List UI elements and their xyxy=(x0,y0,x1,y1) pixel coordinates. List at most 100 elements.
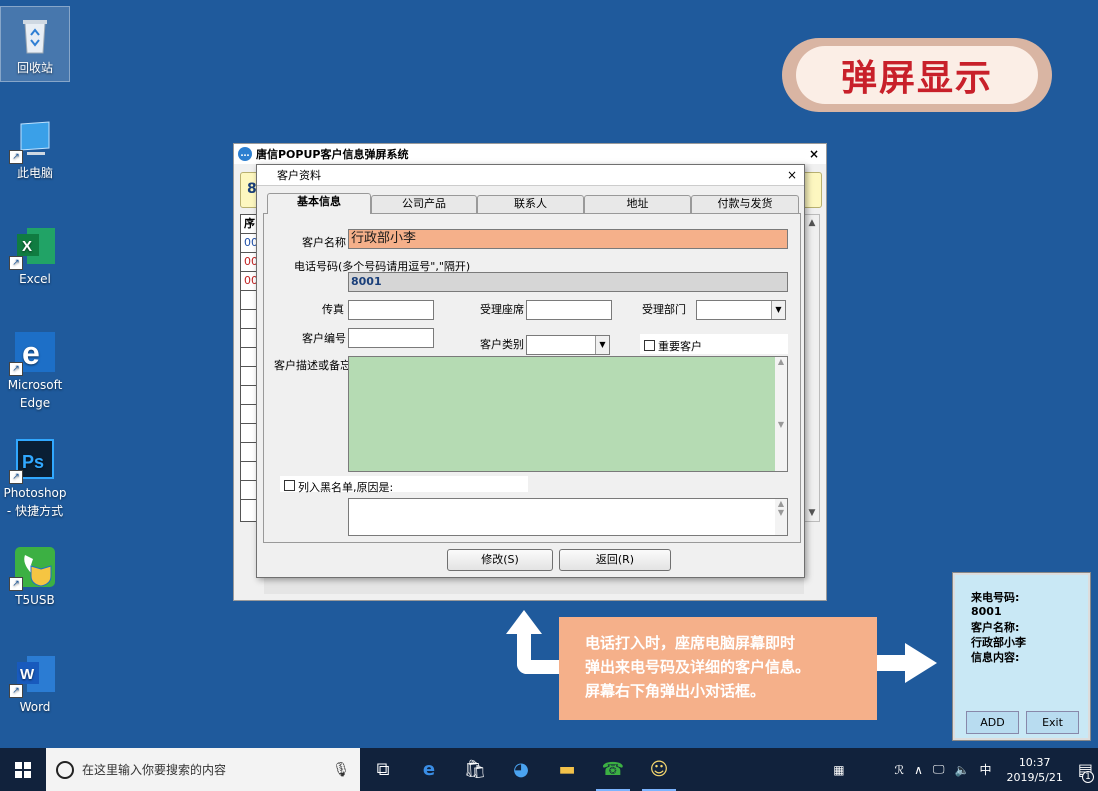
shortcut-arrow-icon: ↗ xyxy=(9,362,23,376)
people-icon[interactable]: ℛ xyxy=(895,763,905,777)
important-customer-checkbox[interactable] xyxy=(644,340,655,351)
modify-button[interactable]: 修改(S) xyxy=(447,549,553,571)
desktop-icon-edge[interactable]: e ↗ Microsoft Edge xyxy=(0,330,70,412)
dialog-close-button[interactable]: × xyxy=(780,168,804,182)
browser-taskbar-icon[interactable]: ◕ xyxy=(498,748,544,791)
edge-taskbar-icon[interactable]: e xyxy=(406,748,452,791)
notification-badge: 1 xyxy=(1082,771,1094,783)
cortana-icon xyxy=(56,760,74,779)
computer-icon: ↗ xyxy=(9,118,57,164)
start-button[interactable] xyxy=(0,748,46,791)
desktop-icon-label: Photoshop - 快捷方式 xyxy=(3,486,67,518)
shortcut-arrow-icon: ↗ xyxy=(9,684,23,698)
incoming-call-popup: 来电号码: 8001 客户名称: 行政部小李 信息内容: ADD Exit xyxy=(952,572,1091,741)
dialog-tabs: 基本信息 公司产品 联系人 地址 付款与发货 xyxy=(263,193,801,214)
task-view-icon[interactable]: ⧉ xyxy=(360,748,406,791)
clock[interactable]: 10:37 2019/5/21 xyxy=(1006,755,1062,785)
department-label: 受理部门 xyxy=(642,303,686,316)
ime-grid-icon[interactable]: ▦ xyxy=(833,763,844,777)
desktop-icon-label: Microsoft Edge xyxy=(7,378,63,410)
store-icon[interactable]: 🛍 xyxy=(452,748,498,791)
phone-app-taskbar-icon[interactable]: ☎ xyxy=(590,748,636,791)
back-button[interactable]: 返回(R) xyxy=(559,549,671,571)
fax-field[interactable] xyxy=(348,300,434,320)
network-icon[interactable]: 🖵 xyxy=(933,762,945,777)
blacklist-checkbox[interactable] xyxy=(284,480,295,491)
svg-text:Ps: Ps xyxy=(22,452,44,472)
desktop-icon-label: 回收站 xyxy=(16,61,53,75)
description-textarea[interactable]: ▲ ▼ xyxy=(348,356,788,472)
tab-company-products[interactable]: 公司产品 xyxy=(371,195,477,213)
recycle-bin-icon xyxy=(13,13,57,57)
shortcut-arrow-icon: ↗ xyxy=(9,150,23,164)
popup-line: 信息内容: xyxy=(971,651,1020,664)
desktop-icon-label: Excel xyxy=(19,272,51,286)
shortcut-arrow-icon: ↗ xyxy=(9,256,23,270)
popup-exit-button[interactable]: Exit xyxy=(1026,711,1079,734)
desktop-icon-label: T5USB xyxy=(15,593,55,607)
chevron-down-icon[interactable]: ▼ xyxy=(771,301,785,319)
app-title-bar[interactable]: … 唐信POPUP客户信息弹屏系统 × xyxy=(234,144,826,164)
customer-no-label: 客户编号 xyxy=(302,332,346,345)
blacklist-reason-textarea[interactable]: ▲ ▼ xyxy=(348,498,788,536)
excel-icon: X ↗ xyxy=(9,224,57,270)
seat-field[interactable] xyxy=(526,300,612,320)
popup-app-taskbar-icon[interactable]: ☺ xyxy=(636,748,682,791)
taskbar: 在这里输入你要搜索的内容 🎙 ⧉ e 🛍 ◕ ▬ ☎ ☺ ▦ ℛ ∧ 🖵 🔈 中… xyxy=(0,748,1098,791)
arrow-right-icon xyxy=(905,643,937,683)
chat-bubble-icon: … xyxy=(238,147,252,161)
description-label: 客户描述或备忘 xyxy=(274,359,351,372)
scroll-up-icon[interactable]: ▲ xyxy=(805,215,819,231)
department-select[interactable]: ▼ xyxy=(696,300,786,320)
blacklist-scrollbar[interactable]: ▲ ▼ xyxy=(775,499,787,535)
notification-icon[interactable]: ▤ 1 xyxy=(1078,760,1094,783)
file-explorer-icon[interactable]: ▬ xyxy=(544,748,590,791)
customer-type-label: 客户类别 xyxy=(480,338,524,351)
desktop-icon-excel[interactable]: X ↗ Excel xyxy=(0,224,70,288)
tab-basic-info[interactable]: 基本信息 xyxy=(267,193,371,214)
desktop-icon-t5usb[interactable]: ↗ T5USB xyxy=(0,545,70,609)
desktop-icon-word[interactable]: W ↗ Word xyxy=(0,652,70,716)
tab-payment-shipping[interactable]: 付款与发货 xyxy=(691,195,799,213)
banner-text: 弹屏显示 xyxy=(796,46,1038,104)
chevron-up-icon[interactable]: ∧ xyxy=(914,763,923,777)
seat-label: 受理座席 xyxy=(480,303,524,316)
customer-type-select[interactable]: ▼ xyxy=(526,335,610,355)
scroll-down-icon[interactable]: ▼ xyxy=(805,505,819,521)
app-close-button[interactable]: × xyxy=(802,147,826,161)
grid-scrollbar[interactable]: ▲ ▼ xyxy=(804,214,820,522)
volume-icon[interactable]: 🔈 xyxy=(955,763,970,777)
customer-info-dialog: 客户资料 × 基本信息 公司产品 联系人 地址 付款与发货 客户名称 行政部小李… xyxy=(256,164,805,578)
description-scrollbar[interactable]: ▲ ▼ xyxy=(775,357,787,471)
chevron-down-icon[interactable]: ▼ xyxy=(595,336,609,354)
customer-name-field[interactable]: 行政部小李 xyxy=(348,229,788,249)
phone-field[interactable]: 8001 xyxy=(348,272,788,292)
desktop-icon-recycle-bin[interactable]: 回收站 xyxy=(0,6,70,82)
app-title: 唐信POPUP客户信息弹屏系统 xyxy=(256,148,409,161)
tab-address[interactable]: 地址 xyxy=(584,195,691,213)
customer-no-field[interactable] xyxy=(348,328,434,348)
basic-info-panel: 客户名称 行政部小李 电话号码(多个号码请用逗号","隔开) 8001 传真 受… xyxy=(263,213,801,543)
arrow-up-shaft-horizontal xyxy=(517,660,561,674)
taskbar-search[interactable]: 在这里输入你要搜索的内容 🎙 xyxy=(46,748,360,791)
dialog-title-bar[interactable]: 客户资料 × xyxy=(257,165,804,186)
desktop-icon-photoshop[interactable]: Ps ↗ Photoshop - 快捷方式 xyxy=(0,438,70,520)
clock-time: 10:37 xyxy=(1018,755,1051,769)
desktop-icon-this-pc[interactable]: ↗ 此电脑 xyxy=(0,118,70,182)
word-icon: W ↗ xyxy=(9,652,57,698)
callout-line: 屏幕右下角弹出小对话框。 xyxy=(585,682,766,700)
search-placeholder: 在这里输入你要搜索的内容 xyxy=(82,763,227,777)
desktop-icon-label: Word xyxy=(19,700,51,714)
tab-contacts[interactable]: 联系人 xyxy=(477,195,584,213)
callout-line: 电话打入时，座席电脑屏幕即时 xyxy=(585,634,796,652)
shortcut-arrow-icon: ↗ xyxy=(9,577,23,591)
ime-indicator[interactable]: 中 xyxy=(979,761,991,778)
customer-name-label: 客户名称 xyxy=(302,236,346,249)
popup-add-button[interactable]: ADD xyxy=(966,711,1019,734)
dialog-title: 客户资料 xyxy=(277,169,321,182)
microphone-icon[interactable]: 🎙 xyxy=(332,762,350,778)
popup-line: 来电号码: xyxy=(971,591,1020,604)
photoshop-icon: Ps ↗ xyxy=(9,438,57,484)
blacklist-label: 列入黑名单,原因是: xyxy=(298,481,394,494)
shortcut-arrow-icon: ↗ xyxy=(9,470,23,484)
